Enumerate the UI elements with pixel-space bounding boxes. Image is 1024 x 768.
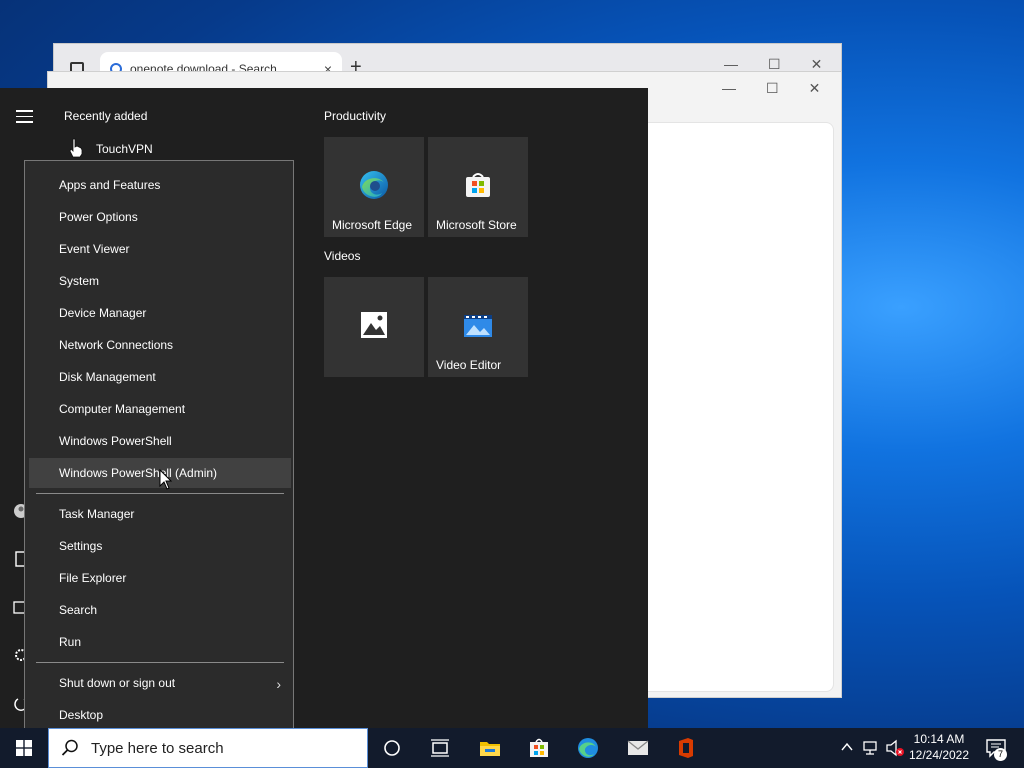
winx-context-menu: Apps and Features Power Options Event Vi… <box>24 160 294 740</box>
search-placeholder: Type here to search <box>91 739 224 757</box>
menu-item-label: Shut down or sign out <box>59 676 176 690</box>
tile-label: Microsoft Store <box>436 218 517 232</box>
menu-separator <box>36 662 284 663</box>
network-icon[interactable] <box>862 739 880 757</box>
tile-video-editor[interactable]: Video Editor <box>428 277 528 377</box>
group-label-videos: Videos <box>324 249 361 263</box>
tile-photos[interactable] <box>324 277 424 377</box>
menu-item-network-connections[interactable]: Network Connections <box>29 330 291 360</box>
app-list-item-touchvpn[interactable]: TouchVPN <box>96 142 153 156</box>
clock-date: 12/24/2022 <box>908 748 970 762</box>
menu-item-event-viewer[interactable]: Event Viewer <box>29 234 291 264</box>
group-label-productivity: Productivity <box>324 109 387 123</box>
office-icon[interactable] <box>674 736 698 760</box>
store-icon <box>466 173 490 197</box>
windows-logo-icon <box>16 740 32 756</box>
menu-item-task-manager[interactable]: Task Manager <box>29 499 291 529</box>
start-button[interactable] <box>0 728 48 768</box>
edge-icon[interactable] <box>576 736 600 760</box>
browser-content-pane <box>628 122 834 692</box>
menu-item-apps-and-features[interactable]: Apps and Features <box>29 170 291 200</box>
close-icon[interactable]: ✕ <box>809 80 821 97</box>
menu-item-run[interactable]: Run <box>29 627 291 657</box>
clock-time: 10:14 AM <box>913 732 965 746</box>
tile-label <box>324 372 424 377</box>
window-controls-front: — ☐ ✕ <box>722 80 820 97</box>
mail-icon[interactable] <box>626 736 650 760</box>
video-editor-icon <box>464 315 492 337</box>
taskbar: Type here to search 10:14 AM 12/24/2022 … <box>0 728 1024 768</box>
menu-item-system[interactable]: System <box>29 266 291 296</box>
notification-count-badge: 7 <box>994 748 1007 761</box>
chevron-right-icon: › <box>276 676 281 692</box>
menu-separator <box>36 493 284 494</box>
tile-label: Microsoft Edge <box>332 218 413 232</box>
menu-item-desktop[interactable]: Desktop <box>29 700 291 730</box>
chevron-up-icon[interactable] <box>840 740 854 754</box>
edge-icon <box>360 171 388 199</box>
photos-icon <box>361 312 387 338</box>
menu-item-power-options[interactable]: Power Options <box>29 202 291 232</box>
microsoft-store-icon[interactable] <box>527 736 551 760</box>
taskbar-search-box[interactable]: Type here to search <box>48 728 368 768</box>
menu-item-windows-powershell[interactable]: Windows PowerShell <box>29 426 291 456</box>
hand-pointer-icon <box>69 138 83 158</box>
desktop[interactable]: onenote download - Search × + — ☐ ✕ — ☐ … <box>0 0 1024 768</box>
menu-item-shut-down-or-sign-out[interactable]: Shut down or sign out › <box>29 668 291 698</box>
file-explorer-icon[interactable] <box>478 736 502 760</box>
task-view-icon[interactable] <box>428 736 452 760</box>
tile-microsoft-edge[interactable]: Microsoft Edge <box>324 137 424 237</box>
hamburger-menu-icon[interactable] <box>16 110 33 127</box>
system-clock[interactable]: 10:14 AM 12/24/2022 <box>906 731 972 763</box>
menu-item-computer-management[interactable]: Computer Management <box>29 394 291 424</box>
maximize-icon[interactable]: ☐ <box>766 80 779 97</box>
menu-item-settings[interactable]: Settings <box>29 531 291 561</box>
menu-item-device-manager[interactable]: Device Manager <box>29 298 291 328</box>
minimize-icon[interactable]: — <box>722 80 736 97</box>
search-icon <box>61 739 78 756</box>
cortana-icon[interactable] <box>380 736 404 760</box>
menu-item-file-explorer[interactable]: File Explorer <box>29 563 291 593</box>
tile-microsoft-store[interactable]: Microsoft Store <box>428 137 528 237</box>
menu-item-windows-powershell-admin[interactable]: Windows PowerShell (Admin) <box>29 458 291 488</box>
menu-item-search[interactable]: Search <box>29 595 291 625</box>
volume-muted-icon[interactable] <box>885 739 905 757</box>
recently-added-header: Recently added <box>64 109 148 123</box>
tile-label: Video Editor <box>436 358 502 372</box>
menu-item-disk-management[interactable]: Disk Management <box>29 362 291 392</box>
